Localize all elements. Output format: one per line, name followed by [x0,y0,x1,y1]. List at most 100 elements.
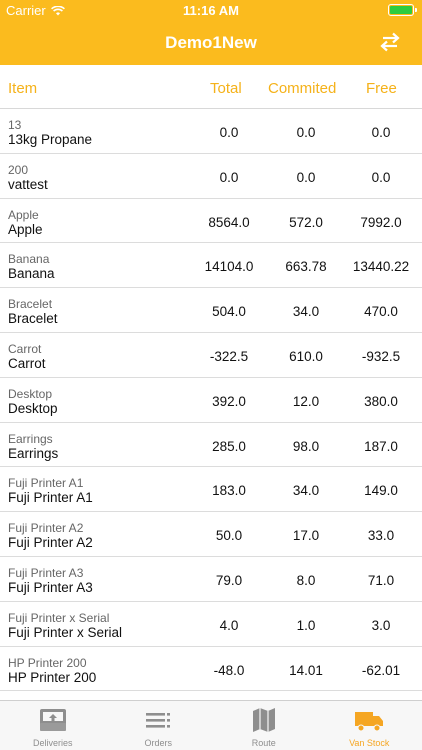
committed-value: 8.0 [296,572,316,588]
table-row[interactable]: Fuji Printer A1 Fuji Printer A1 183.0 34.0 1… [0,467,422,513]
item-name: Apple [8,221,43,237]
committed-value: 34.0 [292,483,320,499]
committed-value: 0.0 [296,125,316,140]
item-name: Banana [8,266,55,282]
item-code: Fuji Printer A2 [8,521,84,536]
table-row[interactable]: Fuji Printer x Serial Fuji Printer x Seri… [0,602,422,647]
total-value: 183.0 [212,483,246,499]
tab-orders[interactable]: Orders [106,701,212,750]
total-value: -322.5 [209,348,249,364]
free-value: 470.0 [364,304,398,320]
committed-value: 17.0 [292,528,320,544]
table-row[interactable]: Desktop Desktop 392.0 12.0 380.0 [0,378,422,423]
swap-arrows-icon[interactable] [378,31,402,53]
free-value: 71.0 [367,572,395,588]
table-row[interactable]: Carrot Carrot -322.5 610.0 -932.5 [0,333,422,378]
free-value: 380.0 [364,393,398,409]
total-value: 8564.0 [208,214,250,230]
item-code: 13 [8,118,22,132]
free-value: 7992.0 [360,214,402,230]
item-name: Fuji Printer A2 [8,535,93,551]
committed-value: 34.0 [292,304,320,320]
item-name: Fuji Printer A1 [8,490,93,506]
stock-list[interactable]: 13 13kg Propane 0.0 0.0 0.0 200 vattest 0.0 0.0 0… [0,109,422,700]
table-row[interactable]: 13 13kg Propane 0.0 0.0 0.0 [0,109,422,154]
total-value: 0.0 [219,125,239,140]
van-truck-icon [355,712,384,732]
committed-value: 12.0 [292,393,320,409]
item-name: vattest [8,176,48,192]
tab-route[interactable]: Route [211,701,317,750]
item-name: Carrot [8,355,46,371]
item-code: Fuji Printer A1 [8,476,84,491]
committed-value: 663.78 [285,259,327,275]
total-value: 4.0 [219,617,239,633]
table-row[interactable]: Fuji Printer A3 Fuji Printer A3 79.0 8.0 71.… [0,557,422,602]
item-name: 13kg Propane [8,132,93,147]
item-name: Bracelet [8,311,58,327]
item-code: HP Printer 200 [8,655,87,670]
battery-icon [388,4,417,16]
tab-bar: Deliveries Orders Route Van Stock [0,700,422,750]
tab-label-van-stock: Van Stock [349,738,390,748]
committed-value: 572.0 [289,214,323,230]
tab-label-deliveries: Deliveries [32,738,73,748]
tab-van-stock[interactable]: Van Stock [317,701,422,750]
table-row[interactable]: Banana Banana 14104.0 663.78 13440.22 [0,243,422,289]
item-name: Fuji Printer x Serial [8,624,123,640]
item-code: Banana [8,252,50,267]
item-name: Desktop [8,400,58,416]
navigation-bar: Demo1New [0,20,422,65]
status-bar: Carrier 11:16 AM [0,0,422,20]
orders-list-icon [146,713,171,728]
item-name: HP Printer 200 [8,669,97,685]
item-name: Earrings [8,445,59,461]
free-value: 187.0 [364,438,398,454]
column-header-item[interactable]: Item [8,80,37,97]
item-code: 200 [8,162,29,177]
committed-value: 0.0 [296,169,316,185]
tab-label-orders: Orders [144,738,172,748]
free-value: 3.0 [371,617,391,633]
item-code: Carrot [8,341,42,356]
table-row[interactable]: Apple Apple 8564.0 572.0 7992.0 [0,199,422,244]
free-value: -62.01 [361,662,401,678]
free-value: 149.0 [364,483,398,499]
free-value: -932.5 [361,348,401,364]
table-row[interactable]: Bracelet Bracelet 504.0 34.0 470.0 [0,288,422,333]
total-value: 504.0 [212,304,246,320]
table-row[interactable]: Earrings Earrings 285.0 98.0 187.0 [0,423,422,468]
total-value: 79.0 [215,572,243,588]
item-name: Fuji Printer A3 [8,579,93,595]
column-header-free[interactable]: Free [366,80,397,97]
committed-value: 610.0 [289,348,323,364]
table-row[interactable]: 200 vattest 0.0 0.0 0.0 [0,154,422,199]
deliveries-tray-icon [39,709,66,731]
total-value: -48.0 [213,662,245,678]
tab-deliveries[interactable]: Deliveries [0,701,106,750]
tab-label-route: Route [251,738,276,748]
total-value: 285.0 [212,438,246,454]
free-value: 33.0 [367,528,395,544]
table-row[interactable]: Fuji Printer A2 Fuji Printer A2 50.0 17.0 33… [0,512,422,557]
route-map-icon [252,708,275,732]
item-code: Fuji Printer x Serial [8,610,110,625]
committed-value: 14.01 [289,662,323,678]
table-header: Item Total Commited Free [0,65,422,109]
table-row[interactable]: HP Printer 200 HP Printer 200 -48.0 14.01 -6… [0,647,422,692]
free-value: 0.0 [371,125,391,140]
total-value: 392.0 [212,393,246,409]
column-header-total[interactable]: Total [210,80,242,97]
total-value: 50.0 [215,528,243,544]
item-code: Fuji Printer A3 [8,565,84,580]
committed-value: 98.0 [292,438,320,454]
free-value: 0.0 [371,169,391,185]
committed-value: 1.0 [296,617,316,633]
item-code: Apple [8,207,39,222]
free-value: 13440.22 [352,259,410,275]
item-code: Desktop [8,386,53,401]
page-title: Demo1New [165,33,257,52]
column-header-committed[interactable]: Commited [268,80,336,97]
status-time: 11:16 AM [183,3,239,18]
item-code: Earrings [8,431,53,446]
